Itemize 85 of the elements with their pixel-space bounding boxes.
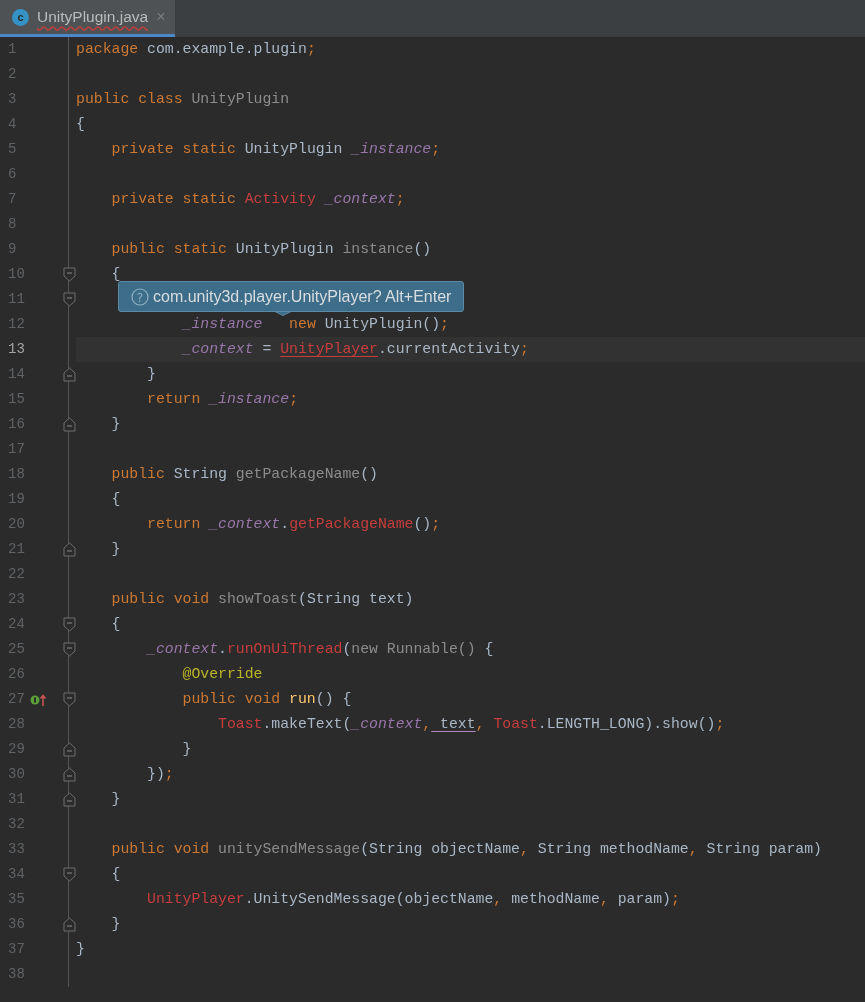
line-number: 9 — [7, 240, 18, 259]
fold-end-icon[interactable] — [62, 792, 76, 807]
code-line: _instance new UnityPlugin(); — [180, 316, 449, 332]
line-number: 19 — [7, 490, 26, 509]
code-line: } — [146, 366, 156, 382]
line-number: 2 — [7, 65, 18, 84]
line-number: 8 — [7, 215, 18, 234]
code-line: public void unitySendMessage(String objectName, String methodName, String param) — [110, 841, 822, 857]
code-line: _context = UnityPlayer.currentActivity; — [180, 341, 529, 357]
fold-end-icon[interactable] — [62, 767, 76, 782]
code-line: @Override — [181, 666, 263, 682]
line-number: 10 — [7, 265, 26, 284]
fold-icon[interactable] — [62, 867, 76, 882]
line-number: 24 — [7, 615, 26, 634]
code-line: } — [110, 916, 121, 932]
code-line: } — [110, 541, 121, 557]
line-number: 13 — [7, 340, 26, 359]
line-number: 4 — [7, 115, 18, 134]
line-number: 29 — [7, 740, 26, 759]
line-number: 32 — [7, 815, 26, 834]
line-number: 6 — [7, 165, 18, 184]
class-icon: c — [12, 8, 29, 26]
fold-end-icon[interactable] — [62, 917, 76, 932]
line-number: 28 — [7, 715, 26, 734]
code-line: public void run() { — [181, 691, 352, 707]
file-tab[interactable]: c UnityPlugin.java × — [0, 0, 175, 37]
code-line: public class UnityPlugin — [76, 91, 290, 107]
code-line: { — [110, 866, 121, 882]
code-line: } — [181, 741, 192, 757]
line-number: 14 — [7, 365, 26, 384]
line-number: 33 — [7, 840, 26, 859]
code-line: public void showToast(String text) — [110, 591, 414, 607]
tooltip-text: com.unity3d.player.UnityPlayer? Alt+Enter — [153, 286, 452, 307]
line-number: 34 — [7, 865, 26, 884]
line-number: 37 — [7, 940, 26, 959]
code-line: } — [110, 791, 121, 807]
code-line: public String getPackageName() — [110, 466, 378, 482]
fold-icon[interactable] — [62, 267, 76, 282]
line-number: 20 — [7, 515, 26, 534]
line-number: 36 — [7, 915, 26, 934]
code-line: private static Activity _context; — [110, 191, 405, 207]
code-line: package com.example.plugin; — [76, 41, 316, 57]
code-line: Toast.makeText(_context, text, Toast.LENGTH_LONG).show(); — [217, 716, 725, 732]
fold-icon[interactable] — [62, 642, 76, 657]
line-number: 22 — [7, 565, 26, 584]
line-number: 12 — [7, 315, 26, 334]
line-number: 23 — [7, 590, 26, 609]
line-number: 1 — [7, 40, 18, 59]
code-line: } — [110, 416, 121, 432]
fold-icon[interactable] — [62, 292, 76, 307]
code-line: _context.runOnUiThread(new Runnable() { — [145, 641, 494, 657]
fold-end-icon[interactable] — [62, 742, 76, 757]
code-line: return _context.getPackageName(); — [146, 516, 441, 532]
line-number: 5 — [7, 140, 18, 159]
line-number: 3 — [7, 90, 18, 109]
line-number: 17 — [7, 440, 26, 459]
code-line: UnityPlayer.UnitySendMessage(objectName, methodName, param); — [146, 891, 680, 907]
code-line: }); — [146, 766, 174, 782]
code-line: { — [76, 116, 85, 132]
line-number: 35 — [7, 890, 26, 909]
fold-end-icon[interactable] — [62, 542, 76, 557]
code-line: return _instance; — [146, 391, 298, 407]
line-number: 15 — [7, 390, 26, 409]
fold-end-icon[interactable] — [62, 367, 76, 382]
line-number: 16 — [7, 415, 26, 434]
code-line: { — [110, 266, 121, 282]
line-number: 18 — [7, 465, 26, 484]
line-number: 26 — [7, 665, 26, 684]
fold-icon[interactable] — [62, 617, 76, 632]
line-number: 30 — [7, 765, 26, 784]
code-line: public static UnityPlugin instance() — [110, 241, 432, 257]
code-line: } — [76, 941, 85, 957]
line-number: 21 — [7, 540, 26, 559]
line-number: 27 — [7, 690, 26, 709]
line-number: 31 — [7, 790, 26, 809]
help-icon: ? — [131, 287, 149, 306]
code-line: { — [110, 616, 121, 632]
fold-icon[interactable] — [62, 692, 76, 707]
line-number: 38 — [7, 965, 26, 984]
fold-end-icon[interactable] — [62, 417, 76, 432]
line-number: 11 — [7, 290, 26, 309]
code-line: private static UnityPlugin _instance; — [110, 141, 441, 157]
code-line: { — [110, 491, 121, 507]
line-number: 25 — [7, 640, 26, 659]
line-number: 7 — [7, 190, 18, 209]
